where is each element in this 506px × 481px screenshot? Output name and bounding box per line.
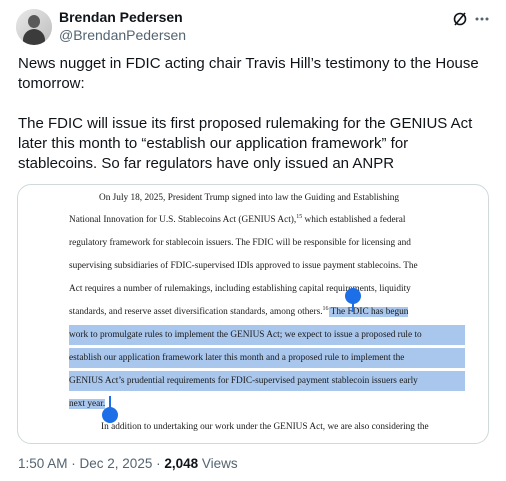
more-icon[interactable]: [474, 11, 490, 27]
document-text: standards, and reserve asset diversifica…: [69, 307, 323, 317]
document-line: standards, and reserve asset diversifica…: [69, 302, 465, 322]
author-handle[interactable]: @BrendanPedersen: [59, 27, 186, 43]
highlighted-text: The FDIC has begun: [328, 307, 409, 317]
views-count: 2,048: [164, 456, 199, 471]
author-name[interactable]: Brendan Pedersen: [59, 9, 183, 25]
document-line: next year.: [69, 394, 106, 414]
document-line: On July 18, 2025, President Trump signed…: [99, 193, 400, 203]
avatar[interactable]: [16, 9, 52, 45]
avatar-body: [23, 29, 45, 45]
grok-icon[interactable]: [452, 11, 468, 27]
document-text: National Innovation for U.S. Stablecoins…: [69, 215, 297, 225]
tweet-meta: 1:50 AM · Dec 2, 2025 · 2,048 Views: [18, 456, 238, 471]
tweet-paragraph-1: News nugget in FDIC acting chair Travis …: [18, 55, 479, 92]
selection-start-handle: [345, 288, 361, 304]
document-line: regulatory framework for stablecoin issu…: [69, 238, 411, 248]
document-line: National Innovation for U.S. Stablecoins…: [69, 210, 465, 230]
tweet-time[interactable]: 1:50 AM: [18, 456, 68, 471]
meta-separator: ·: [152, 456, 165, 471]
document-text: which established a federal: [302, 215, 406, 225]
highlighted-text: next year.: [69, 399, 106, 409]
highlighted-line: establish our application framework late…: [69, 348, 465, 368]
avatar-head: [28, 15, 40, 28]
document-line: In addition to undertaking our work unde…: [101, 422, 429, 432]
document-line: Act requires a number of rulemakings, in…: [69, 284, 411, 294]
highlighted-line: GENIUS Act’s prudential requirements for…: [69, 371, 465, 391]
attached-document-image[interactable]: On July 18, 2025, President Trump signed…: [17, 184, 489, 444]
document-line: supervising subsidiaries of FDIC-supervi…: [69, 261, 418, 271]
tweet-paragraph-2: The FDIC will issue its first proposed r…: [18, 115, 473, 172]
views-label: Views: [198, 456, 238, 471]
highlighted-line: work to promulgate rules to implement th…: [69, 325, 465, 345]
tweet-text: News nugget in FDIC acting chair Travis …: [18, 54, 488, 174]
tweet-date[interactable]: Dec 2, 2025: [80, 456, 153, 471]
meta-separator: ·: [67, 456, 80, 471]
selection-end-handle: [102, 407, 118, 423]
footnote-ref: 16: [322, 305, 329, 312]
